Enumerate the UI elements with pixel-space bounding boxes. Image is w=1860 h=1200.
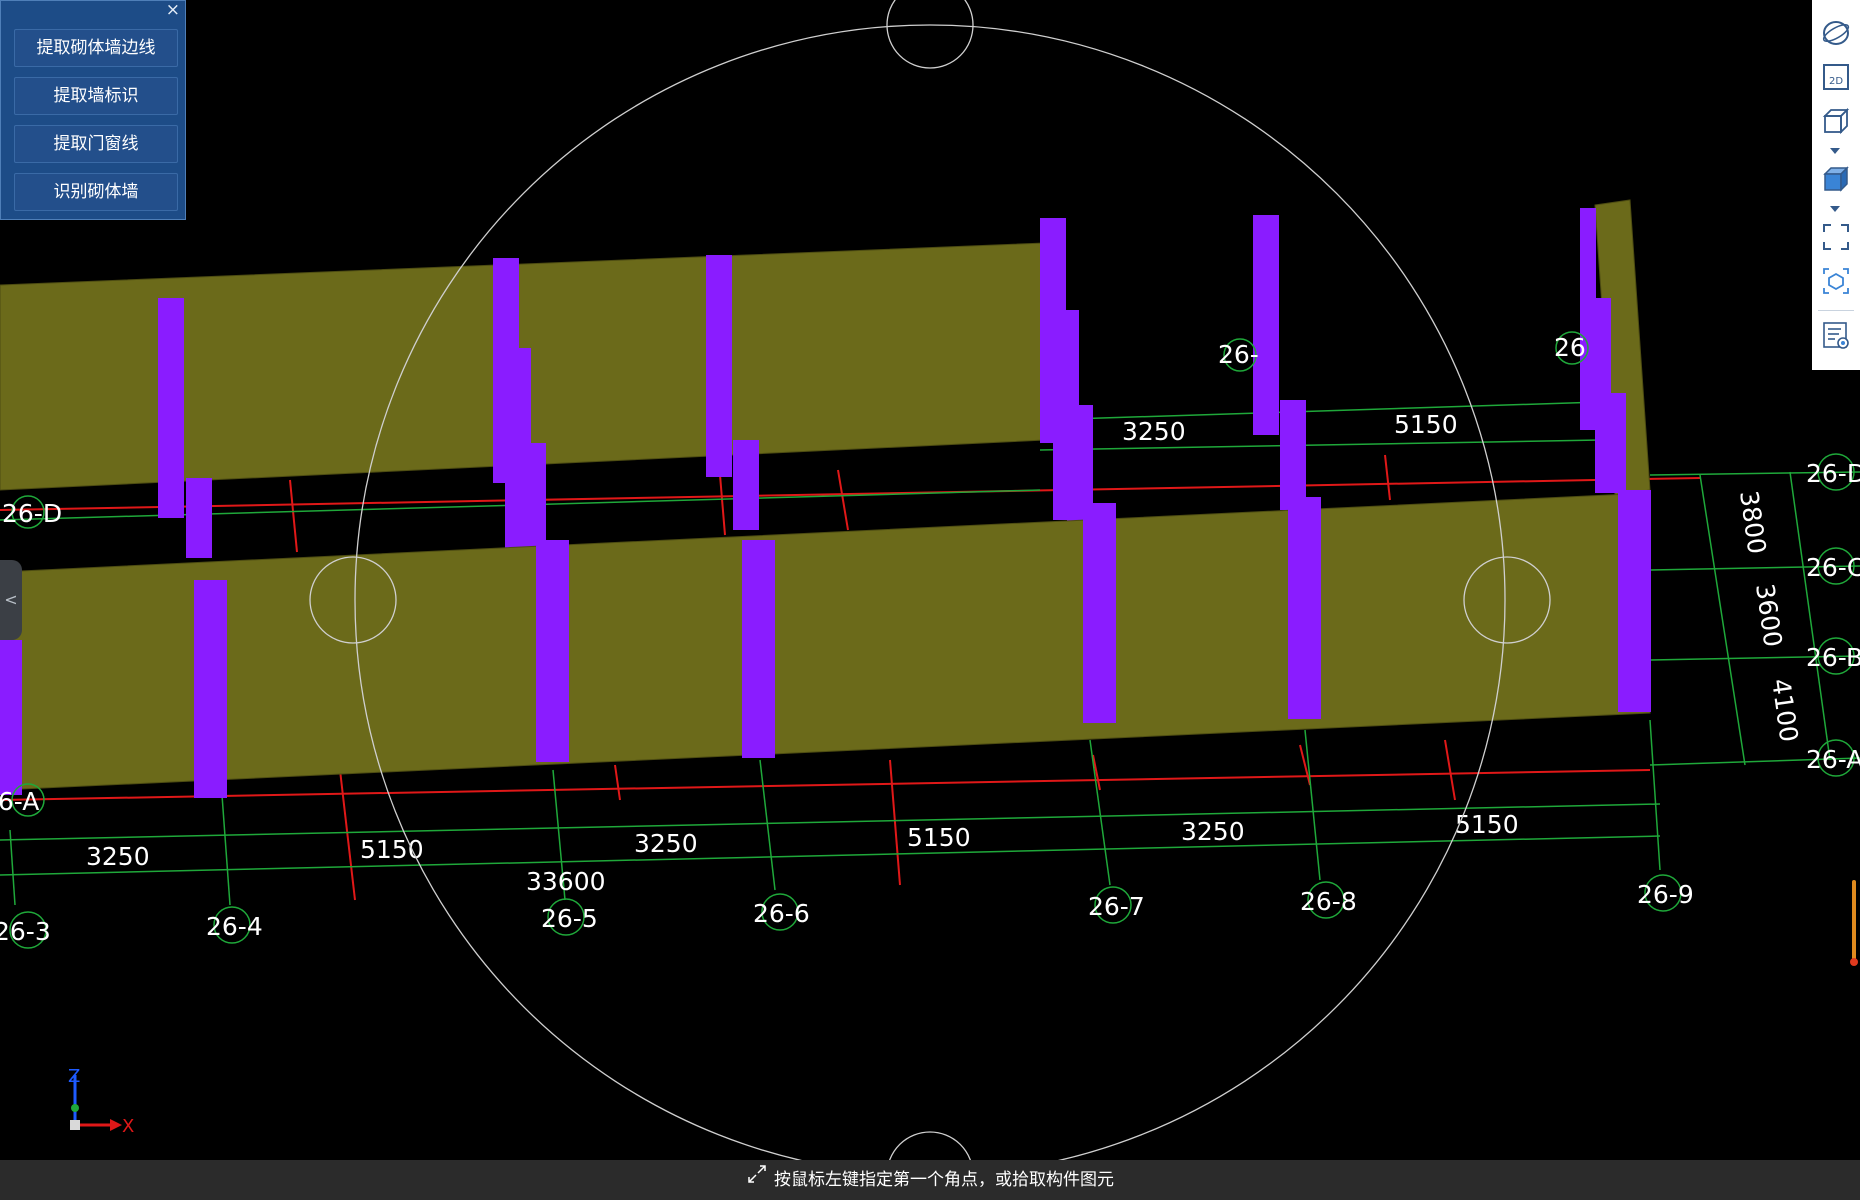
extract-masonry-wall-edge-button[interactable]: 提取砌体墙边线 [14,29,178,67]
axis-label-col-9: 26-9 [1637,880,1694,909]
dim-front-2: 5150 [360,835,424,864]
status-message: 按鼠标左键指定第一个角点，或拾取构件图元 [774,1170,1114,1190]
axis-label-col-6: 26-6 [753,899,810,928]
axis-label-col-4: 26-4 [206,912,263,941]
axis-x-label: X [122,1116,134,1137]
2d-view-label: 2D [1829,76,1843,87]
orbit-icon[interactable] [1821,18,1851,48]
scene-canvas[interactable]: 26-D 26-A 26-3 26-4 26-5 26-6 26-7 26-8 … [0,0,1860,1160]
dim-front-4: 5150 [907,823,971,852]
orbit-handle-top [886,0,974,69]
dim-back-2: 5150 [1394,410,1458,439]
dim-front-3: 3250 [634,829,698,858]
3d-view-icon[interactable] [1821,106,1851,136]
view-slider[interactable] [1850,880,1858,970]
front-wall[interactable] [0,492,1651,791]
toolbar-separator [1818,310,1854,311]
axis-z-label: Z [68,1066,80,1087]
dim-right-2: 3600 [1750,582,1788,649]
axis-label-row-C-right: 26-C [1806,553,1860,582]
extract-wall-label-button[interactable]: 提取墙标识 [14,77,178,115]
wall-recognition-panel: × 提取砌体墙边线 提取墙标识 提取门窗线 识别砌体墙 [0,0,186,220]
component-display-icon[interactable] [1821,266,1851,296]
panel-close-button[interactable]: × [166,0,180,20]
axis-label-row-A-right: 26-A [1806,745,1860,774]
identify-masonry-wall-button[interactable]: 识别砌体墙 [14,173,178,211]
extract-door-window-line-button[interactable]: 提取门窗线 [14,125,178,163]
axis-label-row-D-right: 26-D [1806,459,1860,488]
orbit-handle-bottom [889,1131,971,1160]
axis-label-row-D: 26-D [2,499,62,528]
dim-front-6: 5150 [1455,810,1519,839]
view-toolbar: 2D [1812,0,1860,370]
axis-label-row-B-right: 26-B [1806,643,1860,672]
dim-front-total: 33600 [526,867,606,896]
axis-label-back-partial-1: 26- [1218,340,1259,369]
axis-label-row-A: 26-A [0,787,39,816]
dim-front-1: 3250 [86,842,150,871]
coordinate-axis-indicator: Z X [68,1066,134,1137]
axis-label-col-7: 26-7 [1088,892,1145,921]
collapse-panel-tab[interactable]: < [0,560,22,640]
solid-view-icon[interactable] [1821,164,1851,194]
dim-right-3: 4100 [1766,677,1804,744]
3d-view-dropdown-icon[interactable] [1830,148,1840,154]
axis-label-col-3: 26-3 [0,917,51,946]
axis-label-back-partial-2: 26 [1554,333,1586,362]
dim-front-5: 3250 [1181,817,1245,846]
solid-view-dropdown-icon[interactable] [1830,206,1840,212]
pick-corner-icon [746,1160,768,1200]
status-bar: 按鼠标左键指定第一个角点，或拾取构件图元 [0,1160,1860,1200]
axis-label-col-8: 26-8 [1300,887,1357,916]
view-settings-icon[interactable] [1821,320,1851,350]
axis-label-col-5: 26-5 [541,904,598,933]
dim-back-1: 3250 [1122,417,1186,446]
3d-viewport[interactable]: 26-D 26-A 26-3 26-4 26-5 26-6 26-7 26-8 … [0,0,1860,1160]
dim-right-1: 3800 [1734,489,1772,556]
fit-view-icon[interactable] [1821,222,1851,252]
2d-view-icon[interactable]: 2D [1821,62,1851,92]
